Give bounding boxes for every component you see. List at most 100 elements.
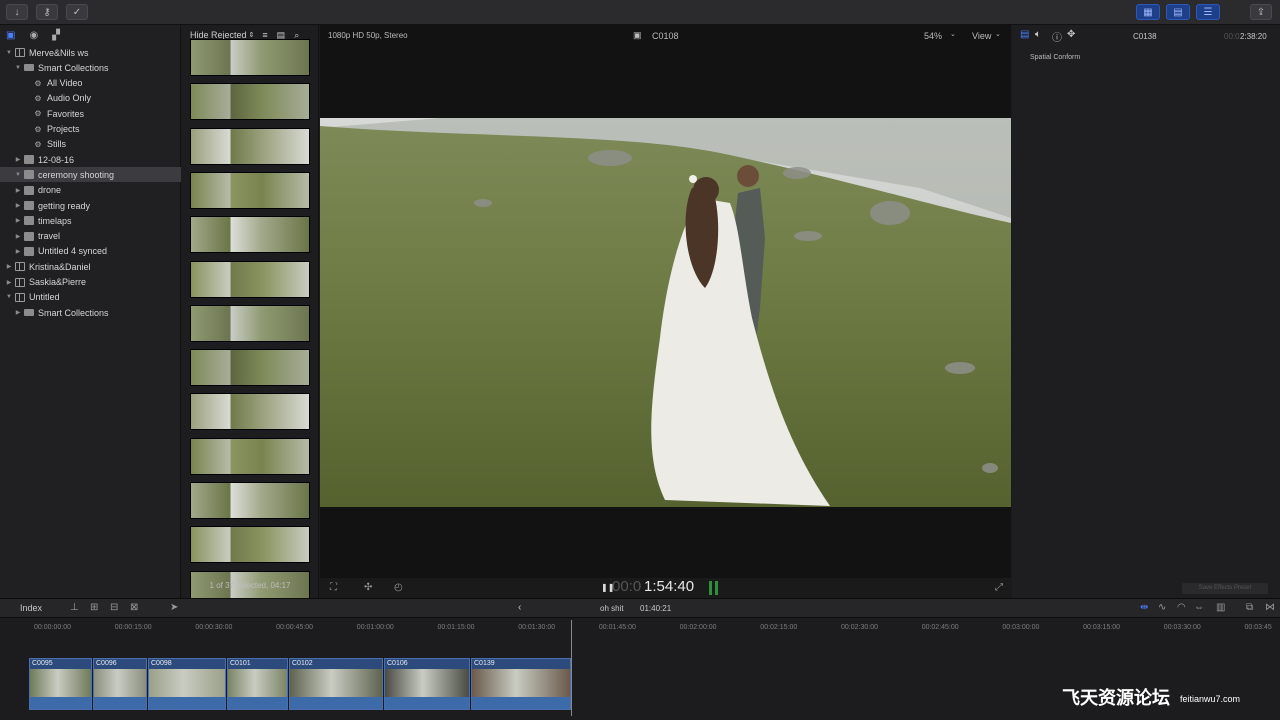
show-timeline-icon[interactable]: ▤: [1166, 4, 1190, 20]
sidebar-item[interactable]: ▶ Saskia&Pierre: [0, 275, 181, 290]
transform-icon[interactable]: ✥: [1067, 29, 1075, 40]
sidebar-item[interactable]: ▶ drone: [0, 183, 181, 198]
clip-audio-waveform: [472, 697, 570, 709]
sidebar-item[interactable]: ⚙ All Video: [0, 76, 181, 91]
sidebar-item[interactable]: ▶ timelaps: [0, 213, 181, 228]
ruler-tick-label: 00:03:00:00: [1002, 624, 1040, 631]
clip-thumbnail[interactable]: [190, 304, 310, 342]
sidebar-item[interactable]: ▶ Untitled 4 synced: [0, 244, 181, 259]
titles-generators-icon[interactable]: ▞: [52, 30, 60, 41]
timeline-clip[interactable]: C0106: [384, 658, 470, 710]
clip-thumbnail[interactable]: [190, 349, 310, 387]
import-icon[interactable]: ↓: [6, 4, 28, 20]
clip-thumbnail[interactable]: [190, 437, 310, 475]
sidebar-item[interactable]: ▼ Smart Collections: [0, 60, 181, 75]
disclosure-open-icon[interactable]: ▼: [5, 294, 13, 300]
clip-thumbnail[interactable]: [190, 393, 310, 431]
sidebar-item[interactable]: ⚙ Favorites: [0, 106, 181, 121]
sidebar-item[interactable]: ▼ ceremony shooting: [0, 167, 181, 183]
enhancements-icon[interactable]: ✣: [364, 582, 372, 593]
sidebar-item[interactable]: ⚙ Projects: [0, 122, 181, 137]
playhead[interactable]: [571, 620, 572, 716]
transitions-browser-icon[interactable]: ⋈: [1265, 602, 1275, 613]
disclosure-closed-icon[interactable]: ▶: [14, 187, 22, 194]
timeline-clip[interactable]: C0101: [227, 658, 288, 710]
photos-audio-icon[interactable]: ◉: [29, 30, 38, 41]
snapping-icon[interactable]: ⇔: [1194, 602, 1204, 613]
clip-thumbnail[interactable]: [190, 482, 310, 519]
crop-tools-icon[interactable]: ⛶: [330, 582, 337, 593]
back-icon[interactable]: ‹: [518, 602, 521, 613]
video-inspector-icon[interactable]: ▤: [1020, 29, 1029, 40]
sidebar-item[interactable]: ⚙ Stills: [0, 137, 181, 152]
libraries-icon[interactable]: ▣: [6, 30, 15, 41]
show-inspector-icon[interactable]: ☰: [1196, 4, 1220, 20]
sidebar-item[interactable]: ▶ Smart Collections: [0, 305, 181, 320]
timeline-clip[interactable]: C0098: [148, 658, 226, 710]
connect-clip-icon[interactable]: ⊥: [70, 602, 79, 613]
sidebar-item[interactable]: ▼ Merve&Nils ws: [0, 45, 181, 60]
sidebar-item[interactable]: ▼ Untitled: [0, 290, 181, 305]
disclosure-closed-icon[interactable]: ▶: [14, 217, 22, 224]
clip-thumbnail[interactable]: [190, 127, 310, 165]
clip-appearance-icon[interactable]: ▥: [1216, 602, 1225, 613]
clip-thumbnail[interactable]: [190, 171, 310, 209]
sidebar-item-label: Untitled: [29, 292, 60, 303]
view-dropdown[interactable]: View: [972, 31, 991, 41]
disclosure-closed-icon[interactable]: ▶: [5, 263, 13, 270]
video-frame[interactable]: [320, 118, 1011, 507]
audio-skimming-icon[interactable]: ∿: [1158, 602, 1166, 613]
timeline-clip[interactable]: C0102: [289, 658, 383, 710]
sidebar-item[interactable]: ⚙ Audio Only: [0, 91, 181, 106]
show-browser-icon[interactable]: ▦: [1136, 4, 1160, 20]
timeline-clip-name: C0102: [292, 660, 313, 667]
clip-thumbnail[interactable]: [190, 83, 310, 121]
audio-inspector-icon[interactable]: 🔈︎: [1035, 29, 1041, 40]
retime-icon[interactable]: ◴: [394, 582, 403, 593]
append-clip-icon[interactable]: ⊟: [110, 602, 118, 613]
share-icon[interactable]: ⇪: [1250, 4, 1272, 20]
info-icon[interactable]: ⓘ: [1052, 29, 1062, 44]
timeline-clip[interactable]: C0139: [471, 658, 571, 710]
viewer: 1080p HD 50p, Stereo ▣ C0108 54% ⌄ View …: [320, 25, 1011, 598]
disclosure-closed-icon[interactable]: ▶: [14, 309, 22, 316]
effects-browser-icon[interactable]: ⧉: [1246, 602, 1253, 613]
keyword-icon[interactable]: ⚷: [36, 4, 58, 20]
disclosure-open-icon[interactable]: ▼: [5, 50, 13, 56]
disclosure-closed-icon[interactable]: ▶: [14, 156, 22, 163]
skimming-icon[interactable]: ⇹: [1140, 602, 1148, 613]
disclosure-closed-icon[interactable]: ▶: [14, 233, 22, 240]
event-icon: [24, 231, 34, 241]
overwrite-clip-icon[interactable]: ⊠: [130, 602, 138, 613]
clip-browser: Hide Rejected ⇕ ≡ ▤ ⌕ 1 of 37 selected, …: [181, 25, 319, 608]
clip-thumbnail[interactable]: [190, 216, 310, 254]
insert-clip-icon[interactable]: ⊞: [90, 602, 98, 613]
timeline-clip[interactable]: C0096: [93, 658, 147, 710]
sidebar-item[interactable]: ▶ travel: [0, 229, 181, 244]
disclosure-closed-icon[interactable]: ▶: [14, 202, 22, 209]
disclosure-closed-icon[interactable]: ▶: [5, 279, 13, 286]
solo-icon[interactable]: ◠: [1177, 602, 1186, 613]
event-icon: [24, 201, 34, 210]
clip-thumbnail[interactable]: [190, 260, 310, 298]
disclosure-open-icon[interactable]: ▼: [14, 65, 22, 71]
index-button[interactable]: Index: [20, 603, 42, 613]
sidebar-item[interactable]: ▶ getting ready: [0, 198, 181, 213]
timeline-clip-name: C0098: [151, 660, 172, 667]
timeline[interactable]: 00:00:00:00 00:00:15:00 00:00:30:00 00:00:4…: [0, 618, 1280, 720]
sidebar-item[interactable]: ▶ Kristina&Daniel: [0, 259, 181, 274]
clip-thumbnail[interactable]: [190, 526, 310, 564]
zoom-dropdown[interactable]: 54%: [924, 31, 942, 41]
select-tool-icon[interactable]: ➤: [170, 602, 178, 613]
timeline-clip[interactable]: C0095: [29, 658, 92, 710]
save-effects-preset-button[interactable]: Save Effects Preset: [1182, 583, 1268, 594]
clip-thumbnail[interactable]: [190, 39, 310, 76]
disclosure-closed-icon[interactable]: ▶: [14, 248, 22, 255]
sidebar-item[interactable]: ▶ 12-08-16: [0, 152, 181, 167]
background-tasks-icon[interactable]: ✓: [66, 4, 88, 20]
timecode[interactable]: 1:54:40: [644, 578, 694, 595]
fullscreen-icon[interactable]: ⤢: [995, 582, 1003, 593]
top-toolbar: ↓ ⚷ ✓ ▦ ▤ ☰ ⇪: [0, 0, 1280, 25]
clip-filmstrip: [228, 669, 287, 697]
disclosure-open-icon[interactable]: ▼: [14, 172, 22, 178]
